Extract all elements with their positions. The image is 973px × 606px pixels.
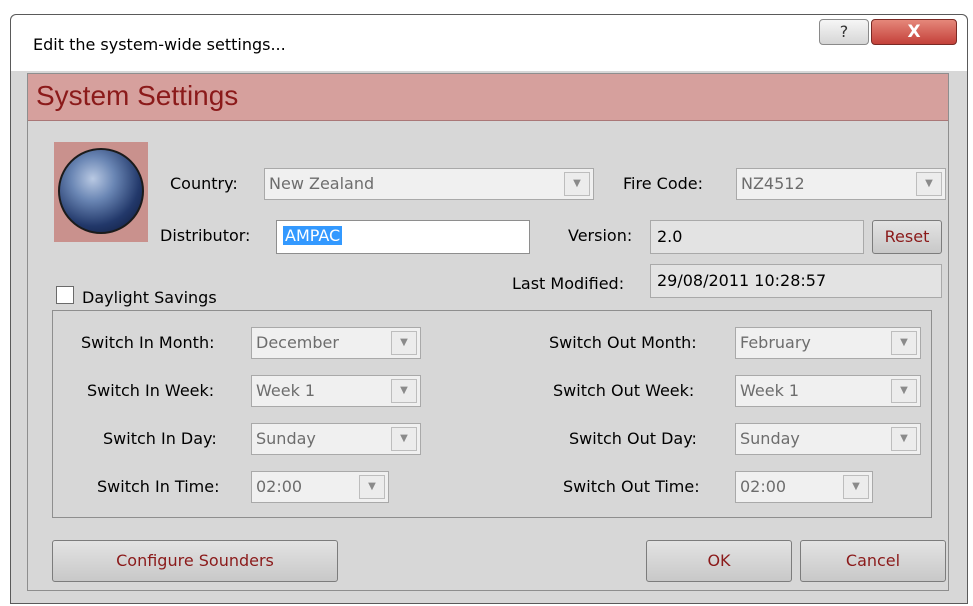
switch-out-month-value: February <box>740 333 811 352</box>
window-title: Edit the system-wide settings... <box>33 35 286 54</box>
cancel-label: Cancel <box>845 551 901 570</box>
switch-out-week-label: Switch Out Week: <box>553 381 695 400</box>
chevron-down-icon[interactable]: ▼ <box>891 427 917 451</box>
daylight-savings-checkbox[interactable] <box>56 286 74 304</box>
switch-in-week-label: Switch In Week: <box>87 381 215 400</box>
help-icon: ? <box>839 22 849 41</box>
settings-dialog: Edit the system-wide settings... ? X Sys… <box>10 14 968 604</box>
switch-in-day-select[interactable]: Sunday ▼ <box>251 423 421 455</box>
configure-sounders-button[interactable]: Configure Sounders <box>52 540 338 582</box>
switch-out-month-label: Switch Out Month: <box>549 333 697 352</box>
switch-in-time-label: Switch In Time: <box>97 477 220 496</box>
chevron-down-icon[interactable]: ▼ <box>843 475 869 499</box>
switch-out-day-value: Sunday <box>740 429 800 448</box>
title-bar: Edit the system-wide settings... ? X <box>11 15 967 71</box>
switch-in-month-select[interactable]: December ▼ <box>251 327 421 359</box>
switch-out-week-select[interactable]: Week 1 ▼ <box>735 375 921 407</box>
header-banner: System Settings <box>28 74 948 121</box>
configure-sounders-label: Configure Sounders <box>116 551 274 570</box>
daylight-savings-label[interactable]: Daylight Savings <box>82 288 217 307</box>
switch-in-week-value: Week 1 <box>256 381 316 400</box>
chevron-down-icon[interactable]: ▼ <box>916 172 942 196</box>
reset-button[interactable]: Reset <box>872 220 942 254</box>
chevron-down-icon[interactable]: ▼ <box>359 475 385 499</box>
switch-out-time-select[interactable]: 02:00 ▼ <box>735 471 873 503</box>
distributor-input[interactable]: AMPAC <box>276 220 530 254</box>
chevron-down-icon[interactable]: ▼ <box>391 379 417 403</box>
switch-in-time-select[interactable]: 02:00 ▼ <box>251 471 389 503</box>
switch-in-month-value: December <box>256 333 339 352</box>
dst-group: Switch In Month: December ▼ Switch In We… <box>52 310 932 518</box>
distributor-value: AMPAC <box>283 226 343 245</box>
ok-label: OK <box>707 551 731 570</box>
reset-label: Reset <box>884 227 930 246</box>
chevron-down-icon[interactable]: ▼ <box>391 331 417 355</box>
chevron-down-icon[interactable]: ▼ <box>391 427 417 451</box>
chevron-down-icon[interactable]: ▼ <box>891 379 917 403</box>
version-field: 2.0 <box>650 220 864 254</box>
content-panel: System Settings Country: New Zealand ▼ F… <box>27 73 949 591</box>
globe-icon-frame <box>54 142 148 242</box>
switch-in-time-value: 02:00 <box>256 477 303 496</box>
last-modified-field: 29/08/2011 10:28:57 <box>650 264 942 298</box>
close-icon: X <box>907 22 921 42</box>
chevron-down-icon[interactable]: ▼ <box>564 172 590 196</box>
page-title: System Settings <box>36 80 239 111</box>
globe-icon <box>58 148 144 234</box>
switch-out-month-select[interactable]: February ▼ <box>735 327 921 359</box>
ok-button[interactable]: OK <box>646 540 792 582</box>
switch-out-time-value: 02:00 <box>740 477 787 496</box>
version-label: Version: <box>568 226 633 245</box>
last-modified-label: Last Modified: <box>512 274 625 293</box>
last-modified-value: 29/08/2011 10:28:57 <box>657 271 827 290</box>
switch-out-day-label: Switch Out Day: <box>569 429 697 448</box>
version-value: 2.0 <box>657 227 683 246</box>
country-value: New Zealand <box>269 174 375 193</box>
fire-code-value: NZ4512 <box>741 174 805 193</box>
close-button[interactable]: X <box>871 19 957 45</box>
switch-in-day-label: Switch In Day: <box>103 429 217 448</box>
switch-out-time-label: Switch Out Time: <box>563 477 700 496</box>
cancel-button[interactable]: Cancel <box>800 540 946 582</box>
switch-out-day-select[interactable]: Sunday ▼ <box>735 423 921 455</box>
country-select[interactable]: New Zealand ▼ <box>264 168 594 200</box>
distributor-label: Distributor: <box>160 226 251 245</box>
switch-in-month-label: Switch In Month: <box>81 333 215 352</box>
country-label: Country: <box>170 174 238 193</box>
switch-in-week-select[interactable]: Week 1 ▼ <box>251 375 421 407</box>
help-button[interactable]: ? <box>819 19 869 45</box>
fire-code-select[interactable]: NZ4512 ▼ <box>736 168 946 200</box>
switch-in-day-value: Sunday <box>256 429 316 448</box>
fire-code-label: Fire Code: <box>623 174 703 193</box>
chevron-down-icon[interactable]: ▼ <box>891 331 917 355</box>
switch-out-week-value: Week 1 <box>740 381 800 400</box>
